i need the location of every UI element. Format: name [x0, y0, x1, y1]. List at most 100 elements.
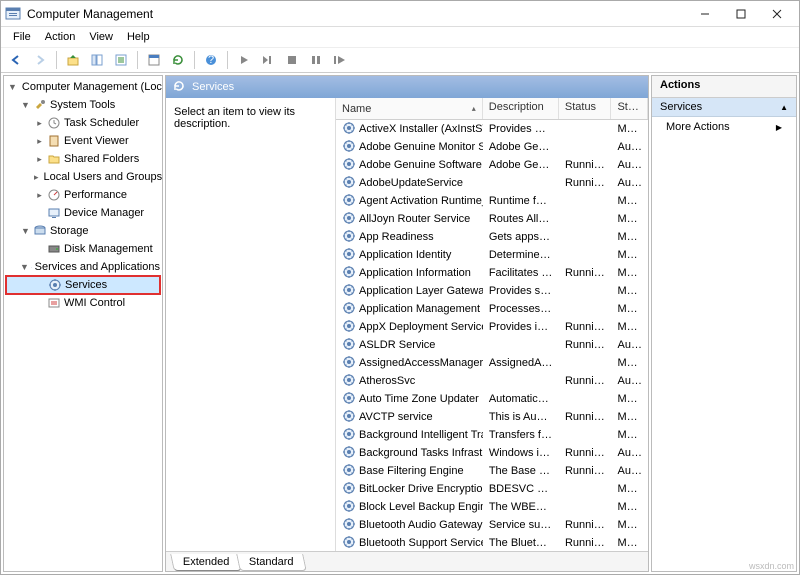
- tree-disk-management[interactable]: Disk Management: [6, 240, 160, 258]
- pause-then-start-button[interactable]: [257, 49, 279, 71]
- tree-event-viewer[interactable]: ▸Event Viewer: [6, 132, 160, 150]
- gear-icon: [342, 265, 356, 282]
- tree-label: Services and Applications: [35, 261, 160, 273]
- service-row[interactable]: Application IdentityDetermines ...Manu: [336, 246, 648, 264]
- close-button[interactable]: [759, 2, 795, 26]
- collapse-icon[interactable]: ▼: [20, 226, 31, 237]
- tree-services[interactable]: Services: [6, 276, 160, 294]
- actions-header: Actions: [652, 76, 796, 98]
- tree-local-users[interactable]: ▸Local Users and Groups: [6, 168, 160, 186]
- refresh-button[interactable]: [167, 49, 189, 71]
- properties-button[interactable]: [143, 49, 165, 71]
- back-button[interactable]: [5, 49, 27, 71]
- service-status: Running: [559, 465, 612, 477]
- service-row[interactable]: AllJoyn Router ServiceRoutes AllJo...Man…: [336, 210, 648, 228]
- tab-extended[interactable]: Extended: [170, 554, 242, 571]
- service-row[interactable]: AppX Deployment Service (A...Provides in…: [336, 318, 648, 336]
- device-icon: [47, 206, 61, 220]
- tree-services-applications[interactable]: ▼ Services and Applications: [6, 258, 160, 276]
- restart-service-button[interactable]: [329, 49, 351, 71]
- start-service-button[interactable]: [233, 49, 255, 71]
- service-startup: Manu: [611, 483, 648, 495]
- expand-icon[interactable]: ▸: [34, 118, 45, 129]
- service-row[interactable]: AtherosSvcRunningAutor: [336, 372, 648, 390]
- export-list-button[interactable]: [110, 49, 132, 71]
- tree-wmi-control[interactable]: WMI Control: [6, 294, 160, 312]
- gear-icon: [342, 301, 356, 318]
- expand-icon[interactable]: ▸: [34, 172, 39, 183]
- services-list[interactable]: ActiveX Installer (AxInstSV)Provides Use…: [336, 120, 648, 551]
- stop-service-button[interactable]: [281, 49, 303, 71]
- menu-help[interactable]: Help: [121, 29, 156, 45]
- service-startup: Manu: [611, 195, 648, 207]
- services-icon: [48, 278, 62, 292]
- service-row[interactable]: Background Intelligent Tran...Transfers …: [336, 426, 648, 444]
- navigation-tree[interactable]: ▼ Computer Management (Local) ▼ System T…: [3, 75, 163, 572]
- service-description: This is Audio...: [483, 411, 559, 423]
- show-hide-button[interactable]: [86, 49, 108, 71]
- minimize-button[interactable]: [687, 2, 723, 26]
- actions-section[interactable]: Services ▲: [652, 98, 796, 117]
- menu-action[interactable]: Action: [39, 29, 82, 45]
- column-description[interactable]: Description: [483, 98, 559, 119]
- tree-storage[interactable]: ▼Storage: [6, 222, 160, 240]
- service-row[interactable]: Adobe Genuine Monitor Ser...Adobe Genui.…: [336, 138, 648, 156]
- service-row[interactable]: ActiveX Installer (AxInstSV)Provides Use…: [336, 120, 648, 138]
- service-row[interactable]: AdobeUpdateServiceRunningAutor: [336, 174, 648, 192]
- service-row[interactable]: Base Filtering EngineThe Base Filt...Run…: [336, 462, 648, 480]
- service-row[interactable]: Adobe Genuine Software Int...Adobe Genui…: [336, 156, 648, 174]
- service-row[interactable]: Agent Activation Runtime_e...Runtime for…: [336, 192, 648, 210]
- maximize-button[interactable]: [723, 2, 759, 26]
- up-button[interactable]: [62, 49, 84, 71]
- forward-button[interactable]: [29, 49, 51, 71]
- expand-icon[interactable]: ▸: [34, 136, 45, 147]
- actions-more[interactable]: More Actions ▶: [652, 117, 796, 137]
- service-row[interactable]: Block Level Backup Engine S...The WBENGI…: [336, 498, 648, 516]
- service-row[interactable]: BitLocker Drive Encryption S...BDESVC ho…: [336, 480, 648, 498]
- service-startup: Manu: [611, 393, 648, 405]
- service-row[interactable]: Background Tasks Infrastruc...Windows in…: [336, 444, 648, 462]
- help-button[interactable]: ?: [200, 49, 222, 71]
- service-row[interactable]: Auto Time Zone UpdaterAutomaticall...Man…: [336, 390, 648, 408]
- service-row[interactable]: AssignedAccessManager Ser...AssignedAcc.…: [336, 354, 648, 372]
- service-name: AllJoyn Router Service: [359, 213, 470, 225]
- collapse-icon[interactable]: ▼: [20, 262, 29, 273]
- service-row[interactable]: AVCTP serviceThis is Audio...RunningManu: [336, 408, 648, 426]
- service-name: Base Filtering Engine: [359, 465, 464, 477]
- tree-system-tools[interactable]: ▼ System Tools: [6, 96, 160, 114]
- expand-icon[interactable]: ▸: [34, 154, 45, 165]
- tab-standard[interactable]: Standard: [237, 554, 307, 571]
- gear-icon: [342, 175, 356, 192]
- service-row[interactable]: Bluetooth Audio Gateway Se...Service sup…: [336, 516, 648, 534]
- collapse-icon[interactable]: ▼: [8, 82, 17, 93]
- service-description: Transfers file...: [483, 429, 559, 441]
- tree-label: Shared Folders: [64, 153, 139, 165]
- column-startup[interactable]: Startu: [611, 98, 648, 119]
- expand-icon[interactable]: ▸: [34, 190, 45, 201]
- service-description: Determines ...: [483, 249, 559, 261]
- column-name[interactable]: Name ▴: [336, 98, 483, 119]
- tree-root-computer-management[interactable]: ▼ Computer Management (Local): [6, 78, 160, 96]
- service-row[interactable]: Application ManagementProcesses in...Man…: [336, 300, 648, 318]
- service-name: BitLocker Drive Encryption S...: [359, 483, 483, 495]
- tab-strip: Extended Standard: [166, 551, 648, 571]
- tree-performance[interactable]: ▸Performance: [6, 186, 160, 204]
- service-row[interactable]: ASLDR ServiceRunningAutor: [336, 336, 648, 354]
- service-startup: Manu: [611, 285, 648, 297]
- refresh-icon[interactable]: [172, 79, 186, 96]
- tree-device-manager[interactable]: Device Manager: [6, 204, 160, 222]
- tree-shared-folders[interactable]: ▸ Shared Folders: [6, 150, 160, 168]
- service-row[interactable]: Application InformationFacilitates th...…: [336, 264, 648, 282]
- service-row[interactable]: Application Layer Gateway S...Provides s…: [336, 282, 648, 300]
- menu-view[interactable]: View: [83, 29, 119, 45]
- service-name: AdobeUpdateService: [359, 177, 463, 189]
- service-row[interactable]: App ReadinessGets apps re...Manu: [336, 228, 648, 246]
- pause-service-button[interactable]: [305, 49, 327, 71]
- collapse-icon[interactable]: ▼: [20, 100, 31, 111]
- service-startup: Manu: [611, 321, 648, 333]
- service-row[interactable]: Bluetooth Support ServiceThe Bluetoo...R…: [336, 534, 648, 551]
- column-status[interactable]: Status: [559, 98, 612, 119]
- tree-task-scheduler[interactable]: ▸Task Scheduler: [6, 114, 160, 132]
- menu-file[interactable]: File: [7, 29, 37, 45]
- gear-icon: [342, 283, 356, 300]
